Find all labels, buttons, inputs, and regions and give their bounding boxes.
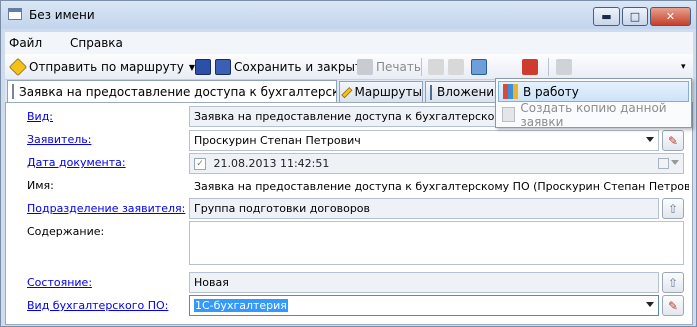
books-icon [503,84,518,99]
window-icon [8,8,22,20]
checkbox-icon[interactable]: ✓ [194,158,206,170]
window-title: Без имени [29,8,95,22]
pdf-export-button[interactable] [522,57,541,77]
print-label: Печать [376,60,421,74]
department-field[interactable]: Группа подготовки договоров [189,198,659,219]
arrow-up-icon: ⇧ [667,201,679,216]
name-label: Имя: [27,179,54,192]
toolbar-separator [548,58,549,76]
calendar-icon[interactable] [658,158,669,169]
in-work-label: В работу [523,84,579,99]
menu-bar: Файл Справка [5,32,693,54]
toolbar-overflow-button[interactable]: ▾ [681,57,686,77]
create-copy-label: Создать копию данной заявки [520,100,667,129]
app-window: Без имени ▬ □ ✕ Файл Справка Отправить п… [0,0,697,327]
toolbar-separator [421,58,422,76]
doc-date-field[interactable]: ✓ 21.08.2013 11:42:51 [189,153,684,174]
edit-applicant-button[interactable]: ✎ [662,130,684,151]
tab-attachments[interactable]: Вложения [425,81,499,102]
actions-dropdown-menu: В работу Создать копию данной заявки [495,78,692,129]
close-button[interactable]: ✕ [650,7,691,26]
request-form: Вид: Заявка на предоставление доступа к … [5,102,693,325]
menu-item-create-copy[interactable]: Создать копию данной заявки [498,101,689,129]
software-kind-combobox[interactable]: 1С-бухгалтерия [189,295,659,316]
chevron-down-icon[interactable] [646,302,654,307]
doc-date-label[interactable]: Дата документа: [27,156,126,169]
attachment-icon [556,59,572,75]
software-kind-label[interactable]: Вид бухгалтерского ПО: [27,299,168,312]
route-icon [341,86,353,98]
department-up-button[interactable]: ⇧ [662,198,684,219]
arrow-up-icon: ⇧ [667,275,679,290]
send-by-route-label: Отправить по маршруту [29,60,184,74]
tab-routes-label: Маршруты [354,85,423,99]
pencil-icon [428,59,444,75]
menu-file[interactable]: Файл [9,36,42,50]
maximize-button[interactable]: □ [622,7,648,26]
send-by-route-button[interactable]: Отправить по маршруту ▼ [8,57,195,77]
floppy-disk-icon [195,59,211,75]
attach-button[interactable] [556,57,575,77]
tab-request-label: Заявка на предоставление доступа к бухга… [19,84,336,99]
menu-item-in-work[interactable]: В работу [498,81,689,102]
kind-field[interactable]: Заявка на предоставление доступа к бухга… [189,106,499,127]
tab-request[interactable]: Заявка на предоставление доступа к бухга… [7,80,337,102]
paperclip-icon [430,84,432,100]
applicant-combobox[interactable]: Проскурин Степан Петрович [189,130,659,151]
menu-help[interactable]: Справка [70,36,123,50]
edit-button[interactable] [428,57,447,77]
toolbar: Отправить по маршруту ▼ Сохранить и закр… [5,54,693,80]
tab-attachments-label: Вложения [437,85,499,99]
printer-icon [357,59,373,75]
minimize-button[interactable]: ▬ [593,7,620,26]
history-button[interactable] [471,57,490,77]
pencil-icon: ✎ [667,133,679,148]
software-kind-value: 1С-бухгалтерия [194,299,288,312]
history-icon [471,59,487,75]
route-icon [8,57,28,77]
name-value: Заявка на предоставление доступа к бухга… [189,176,690,197]
print-button[interactable]: Печать [357,57,421,77]
document-icon [12,84,14,99]
content-textarea[interactable] [189,221,684,265]
pencil-icon: ✎ [667,298,679,313]
chevron-down-icon[interactable] [646,137,654,142]
applicant-value: Проскурин Степан Петрович [194,134,361,147]
kind-label[interactable]: Вид: [27,110,53,123]
state-label[interactable]: Состояние: [27,276,92,289]
folder-icon [448,59,464,75]
state-up-button[interactable]: ⇧ [662,272,684,293]
pdf-icon [522,59,538,75]
content-label: Содержание: [27,225,105,238]
applicant-label[interactable]: Заявитель: [27,133,91,146]
title-bar[interactable]: Без имени ▬ □ ✕ [1,1,696,29]
state-field[interactable]: Новая [189,272,659,293]
department-label[interactable]: Подразделение заявителя: [27,202,185,215]
save-button[interactable] [195,57,214,77]
open-button[interactable] [448,57,467,77]
save-close-icon [215,59,231,75]
edit-software-kind-button[interactable]: ✎ [662,295,684,316]
chevron-down-icon[interactable] [671,160,679,165]
tab-routes[interactable]: Маршруты [339,81,423,102]
save-and-close-label: Сохранить и закрыть [234,60,370,74]
copy-icon [502,107,516,122]
save-and-close-button[interactable]: Сохранить и закрыть [215,57,369,77]
doc-date-value: 21.08.2013 11:42:51 [213,157,330,170]
